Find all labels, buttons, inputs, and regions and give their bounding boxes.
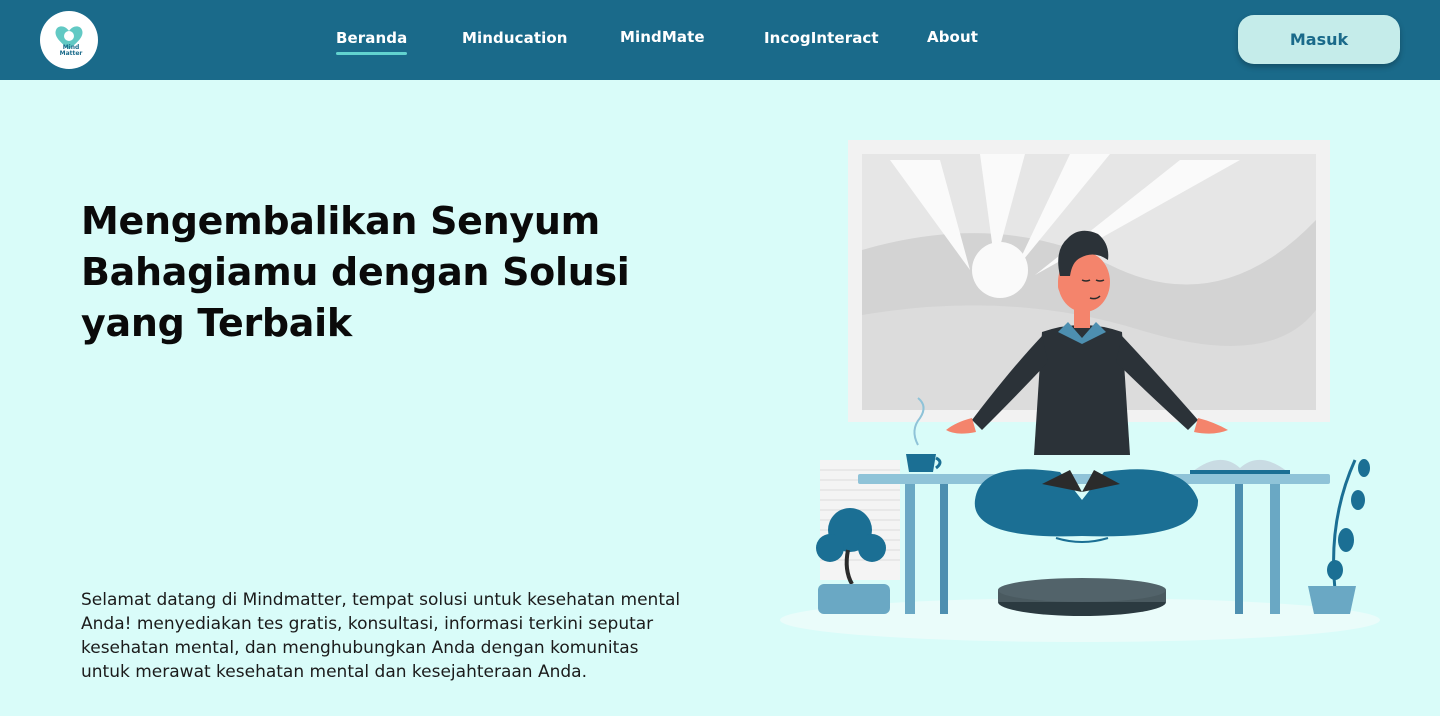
navbar: Mind Matter Beranda Minducation MindMate…: [0, 0, 1440, 80]
mindmatter-logo[interactable]: Mind Matter: [40, 11, 98, 69]
nav-about[interactable]: About: [927, 28, 978, 46]
meditation-illustration: [780, 140, 1380, 642]
hero-title-line: Mengembalikan Senyum: [81, 199, 600, 243]
hero-title-line: Bahagiamu dengan Solusi: [81, 250, 630, 294]
hero-title-line: yang Terbaik: [81, 301, 352, 345]
nav-mindmate[interactable]: MindMate: [620, 28, 705, 46]
hero-description: Selamat datang di Mindmatter, tempat sol…: [81, 590, 681, 682]
login-button[interactable]: Masuk: [1238, 15, 1400, 64]
hero-title: Mengembalikan Senyum Bahagiamu dengan So…: [81, 196, 681, 349]
nav-minducation[interactable]: Minducation: [462, 29, 568, 47]
nav-incoginteract[interactable]: IncogInteract: [764, 29, 879, 47]
nav-beranda[interactable]: Beranda: [336, 29, 408, 55]
logo-text: Mind Matter: [59, 44, 83, 57]
